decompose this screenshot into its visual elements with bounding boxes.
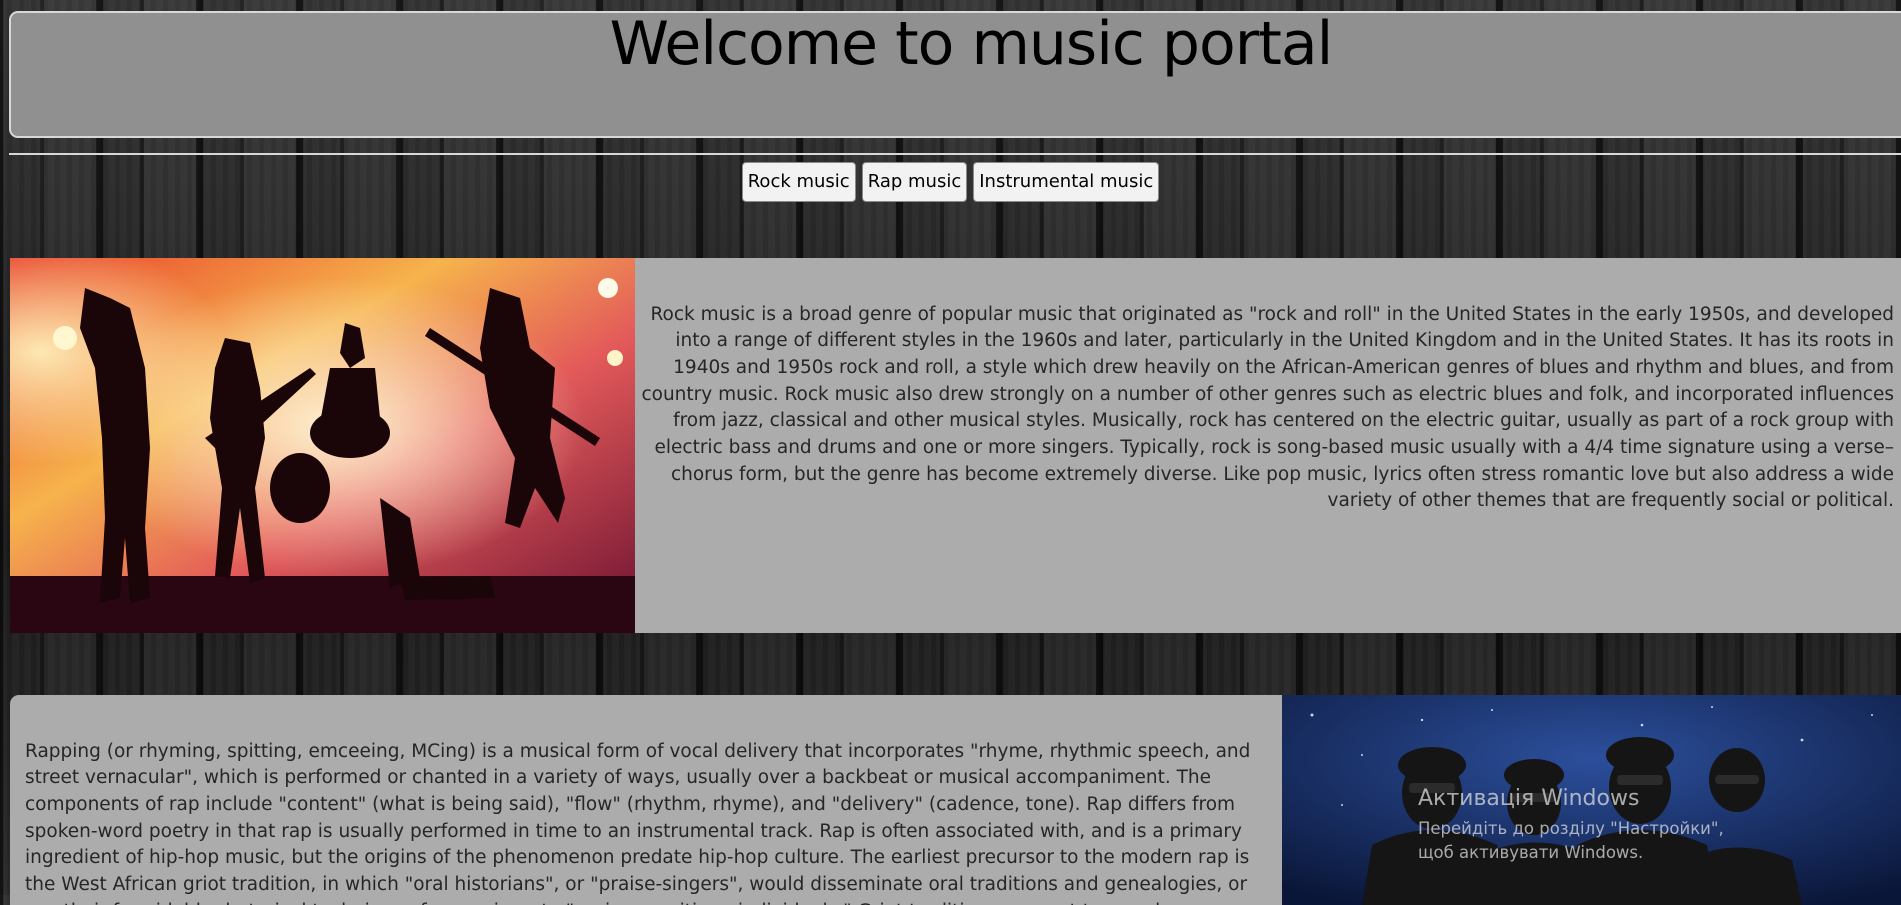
rap-music-button[interactable]: Rap music [861, 162, 968, 202]
header-divider [9, 153, 1901, 155]
genre-nav: Rock music Rap music Instrumental music [0, 162, 1901, 202]
watermark-subtitle: Перейдіть до розділу "Настройки", щоб ак… [1418, 819, 1724, 862]
rap-description: Rapping (or rhyming, spitting, emceeing,… [25, 740, 1251, 905]
watermark-title: Активація Windows [1418, 786, 1640, 811]
instrumental-music-button[interactable]: Instrumental music [973, 162, 1160, 202]
windows-activation-watermark: Активація Windows Перейдіть до розділу "… [1418, 786, 1758, 865]
header-banner: Welcome to music portal [9, 9, 1901, 138]
rock-description: Rock music is a broad genre of popular m… [641, 303, 1894, 512]
rock-music-button[interactable]: Rock music [741, 162, 856, 202]
page-title: Welcome to music portal [609, 9, 1334, 79]
rock-section: Rock music is a broad genre of popular m… [10, 258, 1901, 633]
rock-band-image [10, 258, 635, 633]
